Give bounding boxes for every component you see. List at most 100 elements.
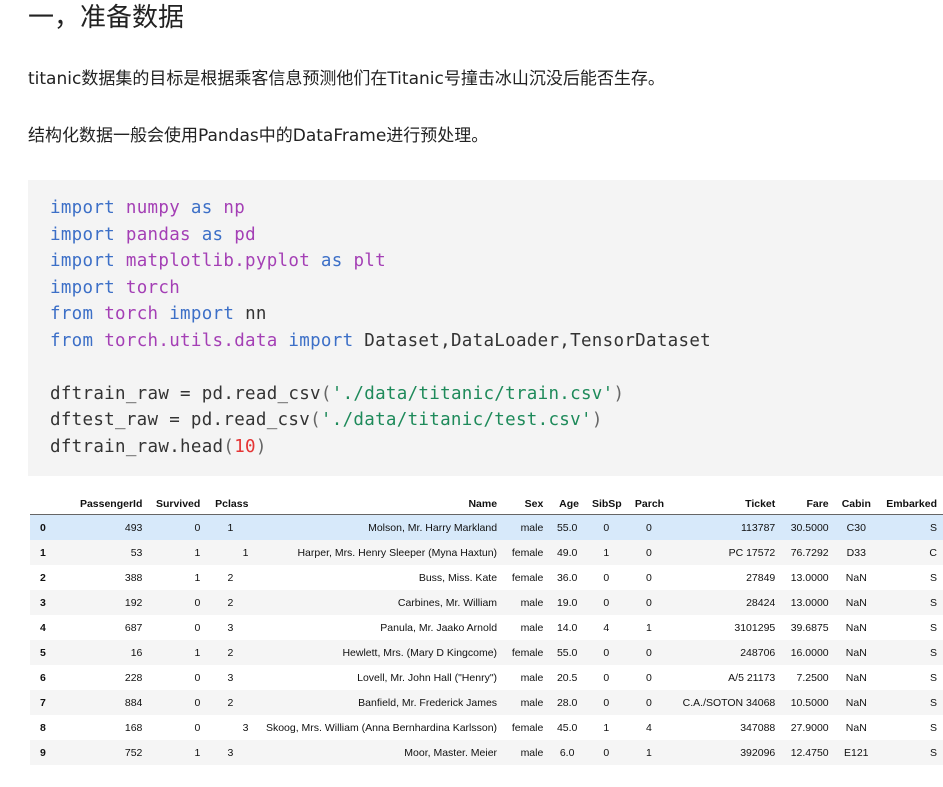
- table-cell: S: [929, 621, 937, 634]
- table-cell: 16: [130, 646, 143, 659]
- table-row: 2 388 1 2 Buss, Miss. Kate female 36.0 0 0 27849 1…: [30, 565, 943, 590]
- table-cell: 493: [124, 521, 143, 534]
- code-line: import numpy as np: [50, 195, 711, 222]
- table-cell: 0: [603, 671, 610, 684]
- table-cell: 19.0: [556, 596, 578, 609]
- table-cell: NaN: [845, 596, 867, 609]
- column-header: Pclass: [215, 497, 249, 510]
- table-cell: 1: [645, 621, 652, 634]
- column-header: PassengerId: [79, 497, 143, 510]
- row-index: 1: [40, 546, 46, 559]
- table-cell: 0: [194, 596, 201, 609]
- code-token: from: [50, 304, 94, 324]
- table-cell: C30: [846, 521, 866, 534]
- table-cell: Banfield, Mr. Frederick James: [358, 696, 498, 709]
- table-cell: 0: [194, 696, 201, 709]
- row-index: 0: [40, 521, 46, 534]
- table-row: 4 687 0 3 Panula, Mr. Jaako Arnold male 14.0 4 1…: [30, 615, 943, 640]
- table-cell: S: [929, 696, 937, 709]
- table-row: 0 493 0 1 Molson, Mr. Harry Markland male 55.0…: [30, 514, 943, 540]
- table-cell: D33: [846, 546, 866, 559]
- table-cell: male: [520, 621, 544, 634]
- table-cell: 0: [645, 546, 652, 559]
- table-row: 6 228 0 3 Lovell, Mr. John Hall ("Henry") mal…: [30, 665, 943, 690]
- table-cell: 1: [194, 646, 201, 659]
- table-cell: 6.0: [559, 746, 575, 759]
- table-cell: C: [929, 546, 937, 559]
- table-cell: 347088: [740, 721, 776, 734]
- table-cell: 1: [603, 546, 610, 559]
- table-cell: 0: [645, 671, 652, 684]
- table-cell: 228: [124, 671, 143, 684]
- table-cell: 49.0: [556, 546, 578, 559]
- code-line: import pandas as pd: [50, 222, 711, 249]
- code-line: dftrain_raw.head(10): [50, 434, 711, 461]
- table-cell: 0: [194, 521, 201, 534]
- table-cell: NaN: [845, 721, 867, 734]
- table-cell: 388: [124, 571, 143, 584]
- table-cell: 3: [227, 671, 234, 684]
- table-cell: S: [929, 646, 937, 659]
- code-token: plt: [353, 251, 386, 271]
- table-cell: S: [929, 596, 937, 609]
- code-line: import torch: [50, 275, 711, 302]
- table-cell: 0: [603, 746, 610, 759]
- table-cell: Harper, Mrs. Henry Sleeper (Myna Haxtun): [297, 546, 498, 559]
- code-token: as: [320, 251, 343, 271]
- dataframe-output: PassengerId Survived Pclass Name Sex Age SibSp…: [30, 493, 943, 765]
- table-cell: 0: [645, 646, 652, 659]
- code-token: ): [255, 436, 267, 457]
- table-cell: 13.0000: [790, 596, 829, 609]
- table-cell: male: [520, 696, 544, 709]
- table-cell: 168: [124, 721, 143, 734]
- table-cell: 1: [194, 746, 201, 759]
- code-token: ): [613, 383, 625, 404]
- table-cell: 0: [603, 521, 610, 534]
- code-token: (: [320, 383, 332, 404]
- table-cell: 192: [124, 596, 143, 609]
- table-cell: male: [520, 521, 544, 534]
- table-cell: 12.4750: [790, 746, 829, 759]
- table-body: 0 493 0 1 Molson, Mr. Harry Markland male 55.0…: [30, 514, 943, 765]
- code-token: import: [50, 277, 116, 298]
- table-cell: NaN: [845, 646, 867, 659]
- table-cell: Carbines, Mr. William: [397, 596, 498, 609]
- code-block: import numpy as np import pandas as pd imp…: [28, 180, 943, 476]
- code-token: torch: [125, 277, 181, 298]
- table-cell: 36.0: [556, 571, 578, 584]
- code-token: pandas: [125, 224, 191, 245]
- table-cell: female: [511, 546, 544, 559]
- column-header: Cabin: [841, 497, 871, 510]
- table-cell: E121: [844, 746, 869, 759]
- table-cell: NaN: [845, 671, 867, 684]
- table-cell: 16.0000: [790, 646, 829, 659]
- table-cell: 0: [603, 646, 610, 659]
- table-cell: Buss, Miss. Kate: [418, 571, 498, 584]
- table-row: 9 752 1 3 Moor, Master. Meier male 6.0 0 1 392096…: [30, 740, 943, 765]
- table-cell: 2: [227, 646, 234, 659]
- table-cell: 1: [194, 546, 201, 559]
- table-cell: male: [520, 746, 544, 759]
- table-cell: Skoog, Mrs. William (Anna Bernhardina Ka…: [265, 721, 498, 734]
- table-cell: 0: [194, 721, 201, 734]
- table-cell: male: [520, 671, 544, 684]
- table-cell: S: [929, 746, 937, 759]
- table-cell: 27849: [746, 571, 776, 584]
- table-cell: 20.5: [556, 671, 578, 684]
- table-cell: 392096: [740, 746, 776, 759]
- table-cell: 1: [227, 521, 234, 534]
- column-header: Name: [468, 497, 498, 510]
- table-cell: 113787: [741, 521, 776, 534]
- table-cell: Lovell, Mr. John Hall ("Henry"): [357, 671, 498, 684]
- table-cell: 0: [194, 621, 201, 634]
- table-cell: 3101295: [734, 621, 776, 634]
- code-line: dftrain_raw = pd.read_csv('./data/titani…: [50, 381, 711, 408]
- row-index: 6: [40, 671, 46, 684]
- table-cell: 0: [194, 671, 201, 684]
- row-index: 3: [40, 596, 46, 609]
